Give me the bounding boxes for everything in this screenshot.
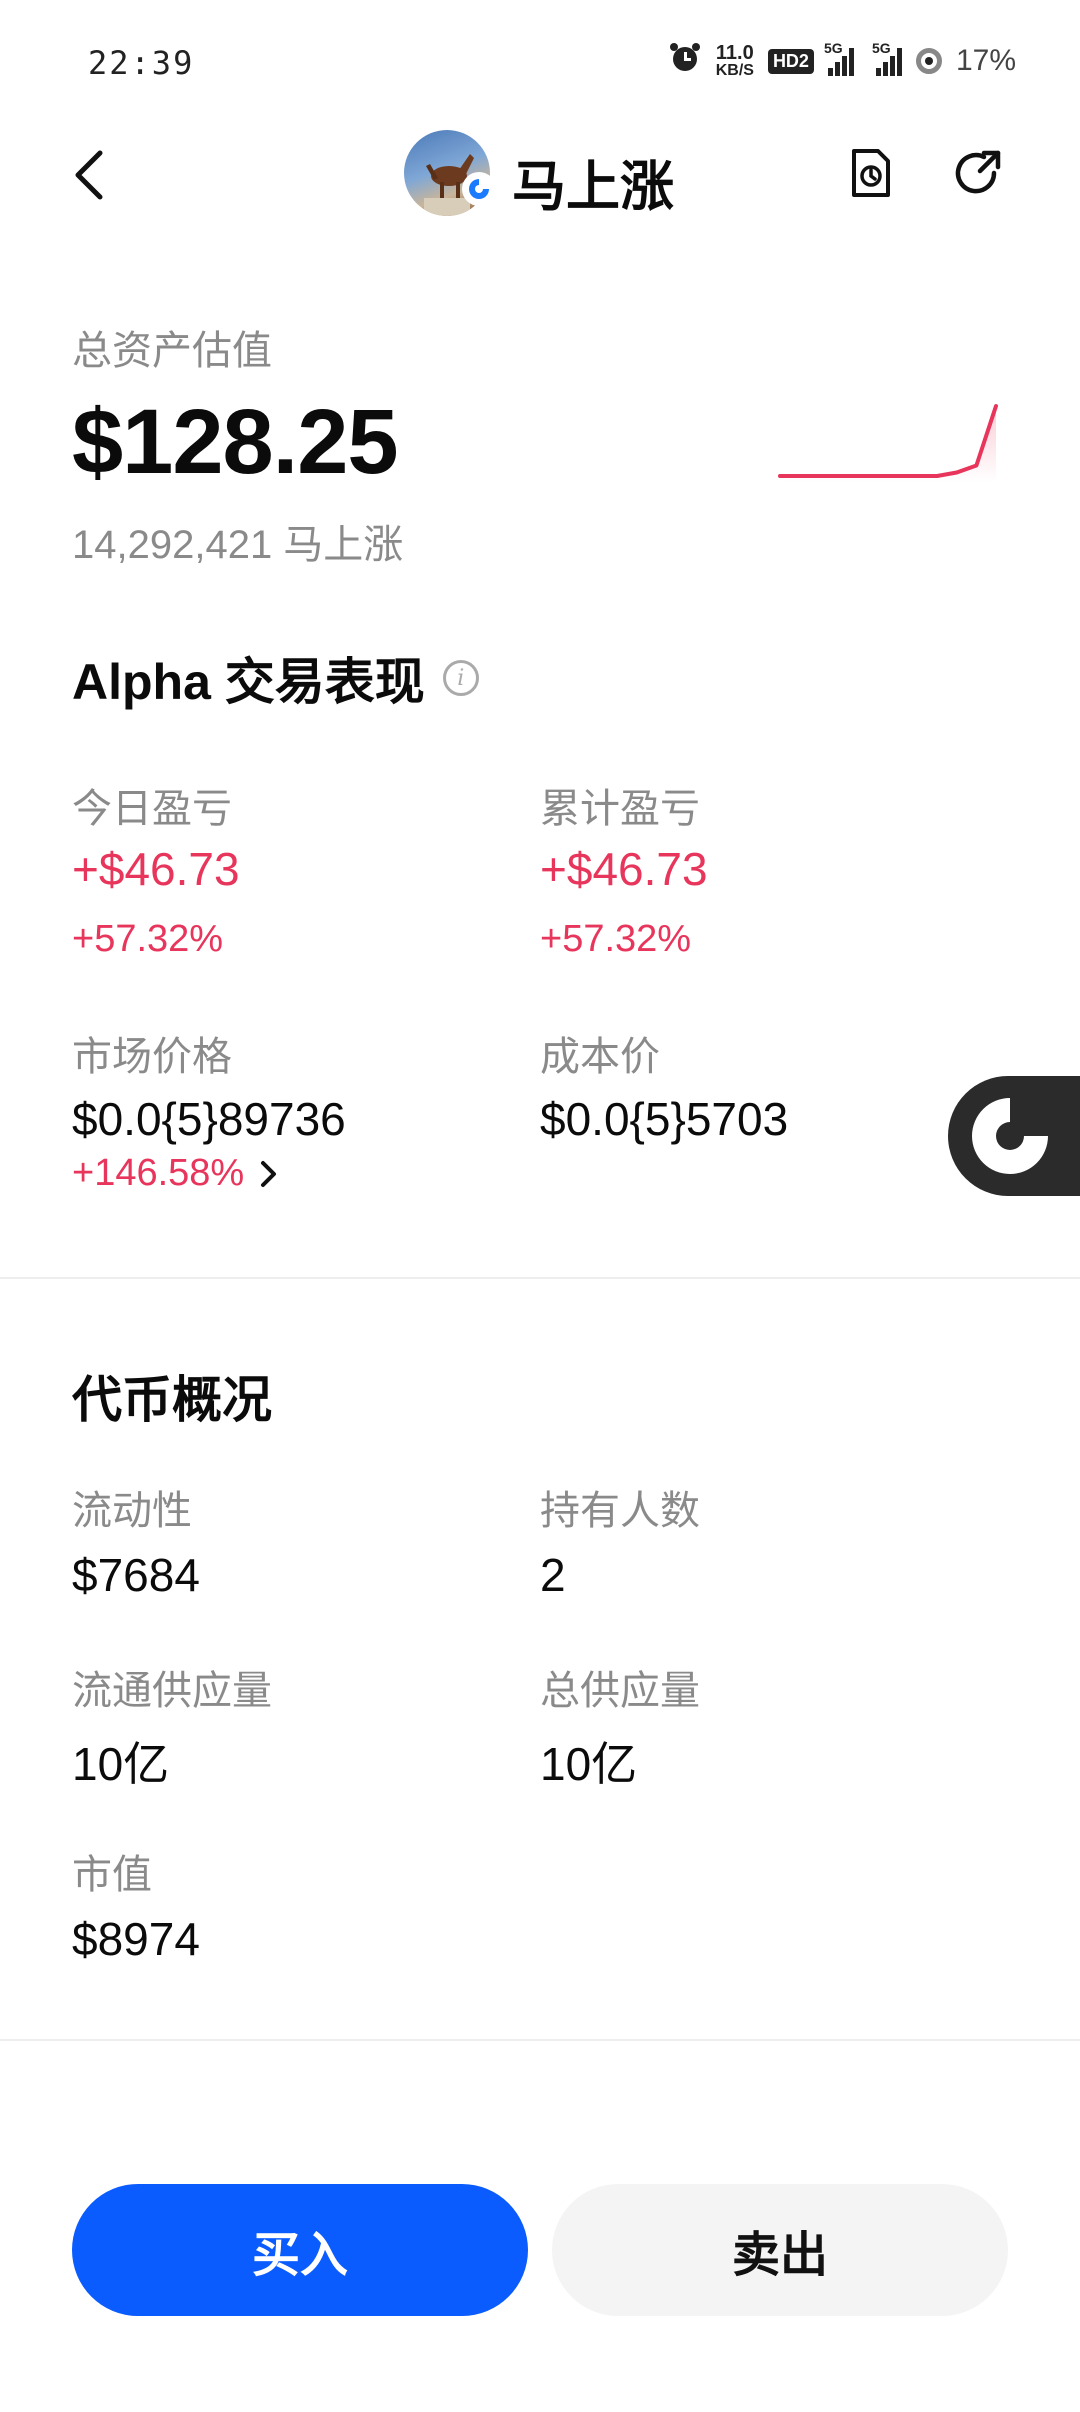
- back-button[interactable]: [70, 145, 110, 205]
- cost-price-value: $0.0{5}5703: [540, 1093, 789, 1145]
- alpha-section-title: Alpha 交易表现: [72, 654, 425, 710]
- history-button[interactable]: [842, 145, 898, 201]
- market-price-value: $0.0{5}89736: [72, 1093, 346, 1145]
- market-cap-value: $8974: [72, 1913, 200, 1965]
- token-overview-title: 代币概况: [72, 1372, 272, 1428]
- today-pnl-pct: +57.32%: [72, 918, 224, 960]
- section-divider: [0, 2039, 1080, 2041]
- total-assets-label: 总资产估值: [72, 329, 272, 373]
- total-pnl-pct: +57.32%: [540, 918, 692, 960]
- holders-value: 2: [540, 1549, 566, 1601]
- signal-2-label: 5G: [871, 40, 891, 56]
- status-time: 22:39: [88, 44, 195, 82]
- signal-1-label: 5G: [823, 40, 843, 56]
- circulating-supply-label: 流通供应量: [72, 1669, 272, 1713]
- section-divider: [0, 1277, 1080, 1279]
- sparkline-line: [778, 404, 998, 478]
- market-cap-label: 市值: [72, 1853, 152, 1897]
- battery-level: 17%: [955, 44, 1016, 77]
- total-assets-value: $128.25: [72, 391, 399, 493]
- liquidity-label: 流动性: [72, 1489, 192, 1533]
- signal-icon-2: 5G: [872, 40, 902, 76]
- sell-button[interactable]: 卖出: [552, 2184, 1008, 2316]
- buy-button[interactable]: 买入: [72, 2184, 528, 2316]
- market-price-label: 市场价格: [72, 1035, 232, 1079]
- share-button[interactable]: [950, 145, 1006, 201]
- liquidity-value: $7684: [72, 1549, 200, 1601]
- net-speed: 11.0 KB/S: [716, 43, 754, 79]
- total-pnl-label: 累计盈亏: [540, 787, 700, 831]
- market-price-change: +146.58%: [72, 1152, 245, 1194]
- chevron-left-icon: [75, 150, 103, 200]
- market-price-change-link[interactable]: +146.58%: [72, 1152, 280, 1195]
- alarm-icon: [668, 40, 702, 82]
- circulating-supply-value: 10亿: [72, 1738, 170, 1790]
- page-title: 马上涨: [512, 157, 674, 217]
- status-icons: 11.0 KB/S HD2 5G 5G 17%: [668, 40, 1016, 82]
- floating-assistant-button[interactable]: [948, 1076, 1080, 1196]
- battery-icon: [915, 48, 942, 74]
- info-icon[interactable]: i: [442, 660, 479, 696]
- chevron-right-icon: [261, 1160, 277, 1187]
- document-clock-icon: [852, 149, 890, 197]
- hd-badge: HD2: [767, 48, 814, 74]
- assistant-icon: [972, 1098, 1048, 1174]
- chain-badge-icon: [462, 172, 496, 206]
- alpha-section-header: Alpha 交易表现 i: [72, 642, 479, 714]
- total-pnl-value: +$46.73: [540, 843, 708, 895]
- total-supply-label: 总供应量: [540, 1669, 700, 1713]
- net-speed-value: 11.0: [715, 42, 754, 64]
- signal-icon: 5G: [824, 40, 854, 76]
- net-speed-unit: KB/S: [715, 62, 754, 79]
- cost-price-label: 成本价: [540, 1035, 660, 1079]
- token-amount: 14,292,421 马上涨: [72, 523, 404, 567]
- asset-sparkline: [778, 404, 998, 482]
- today-pnl-label: 今日盈亏: [72, 787, 232, 831]
- total-supply-value: 10亿: [540, 1738, 638, 1790]
- holders-label: 持有人数: [540, 1489, 700, 1533]
- today-pnl-value: +$46.73: [72, 843, 240, 895]
- share-arrow-icon: [955, 150, 1001, 194]
